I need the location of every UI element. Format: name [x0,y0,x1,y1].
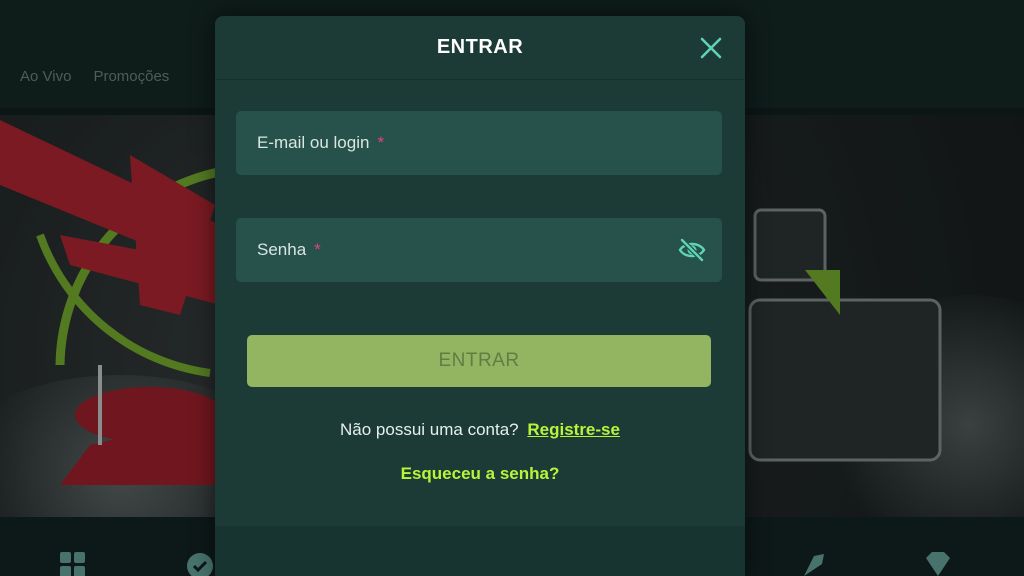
forgot-password-link[interactable]: Esqueceu a senha? [215,464,745,484]
eye-off-icon[interactable] [678,237,706,263]
modal-header: ENTRAR [215,16,745,80]
email-field-label: E-mail ou login [257,133,370,152]
email-field[interactable]: E-mail ou login * [236,111,722,175]
password-field[interactable]: Senha * [236,218,722,282]
register-link[interactable]: Registre-se [527,420,620,439]
no-account-text: Não possui uma conta? [340,420,519,439]
close-icon[interactable] [699,36,723,60]
modal-title: ENTRAR [436,36,524,58]
modal-footer [215,526,745,576]
login-modal: ENTRAR E-mail ou login * Senha * ENTRAR … [215,16,745,576]
required-marker: * [377,133,385,152]
submit-button[interactable]: ENTRAR [247,335,711,387]
required-marker: * [314,240,321,259]
signup-prompt: Não possui uma conta? Registre-se [215,420,745,440]
password-field-label: Senha [257,240,307,259]
